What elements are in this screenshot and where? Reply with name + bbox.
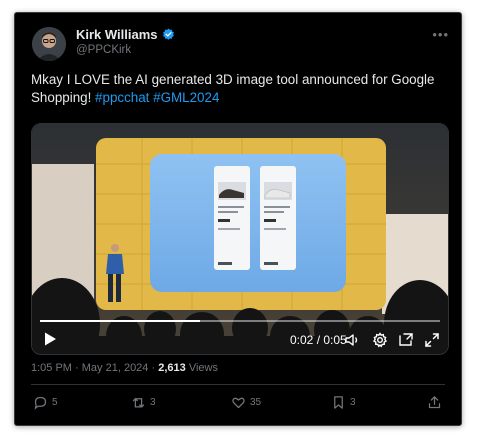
fullscreen-icon[interactable] <box>424 332 440 348</box>
video-player[interactable]: 0:02 / 0:05 <box>31 123 449 355</box>
like-button[interactable]: 35 <box>231 395 261 410</box>
share-icon <box>428 396 441 409</box>
reply-count: 5 <box>52 397 58 408</box>
repost-icon <box>132 398 145 408</box>
like-count: 35 <box>250 397 262 408</box>
progress-bar[interactable] <box>40 320 440 322</box>
post-date[interactable]: May 21, 2024 <box>82 362 149 374</box>
reply-icon <box>34 396 47 410</box>
volume-icon[interactable] <box>344 332 360 348</box>
divider <box>31 384 445 385</box>
hashtag-link[interactable]: #GML2024 <box>153 90 219 105</box>
settings-gear-icon[interactable] <box>372 332 388 348</box>
reply-button[interactable]: 5 <box>33 395 58 410</box>
author-handle[interactable]: @PPCKirk <box>76 44 131 56</box>
verified-badge-icon <box>162 28 175 41</box>
picture-in-picture-icon[interactable] <box>398 332 414 348</box>
tweet-body: Mkay I LOVE the AI generated 3D image to… <box>31 72 435 105</box>
heart-icon <box>232 397 245 409</box>
repost-count: 3 <box>150 397 156 408</box>
author-name-row: Kirk Williams <box>76 27 175 42</box>
time-display: 0:02 / 0:05 <box>290 333 347 347</box>
bookmark-count: 3 <box>350 397 356 408</box>
bookmark-icon <box>334 396 343 409</box>
post-time[interactable]: 1:05 PM <box>31 362 72 374</box>
repost-button[interactable]: 3 <box>131 395 156 410</box>
bookmark-button[interactable]: 3 <box>331 395 356 410</box>
share-button[interactable] <box>427 395 442 410</box>
more-options-icon[interactable]: ••• <box>432 27 449 42</box>
progress-fill <box>40 320 200 322</box>
hashtag-link[interactable]: #ppcchat <box>95 90 149 105</box>
meta-separator: · <box>75 362 79 374</box>
avatar[interactable] <box>32 27 66 61</box>
play-icon[interactable] <box>42 331 58 347</box>
author-display-name[interactable]: Kirk Williams <box>76 27 158 42</box>
meta-separator: · <box>151 362 156 374</box>
tweet-metadata: 1:05 PM · May 21, 2024 · 2,613 Views <box>31 362 218 374</box>
tweet-text: Mkay I LOVE the AI generated 3D image to… <box>31 71 451 107</box>
views-count: 2,613 <box>158 362 186 374</box>
views-label: Views <box>188 362 218 374</box>
action-bar: 5 3 35 3 <box>15 395 461 415</box>
tweet-card: Kirk Williams @PPCKirk ••• Mkay I LOVE t… <box>14 12 462 426</box>
